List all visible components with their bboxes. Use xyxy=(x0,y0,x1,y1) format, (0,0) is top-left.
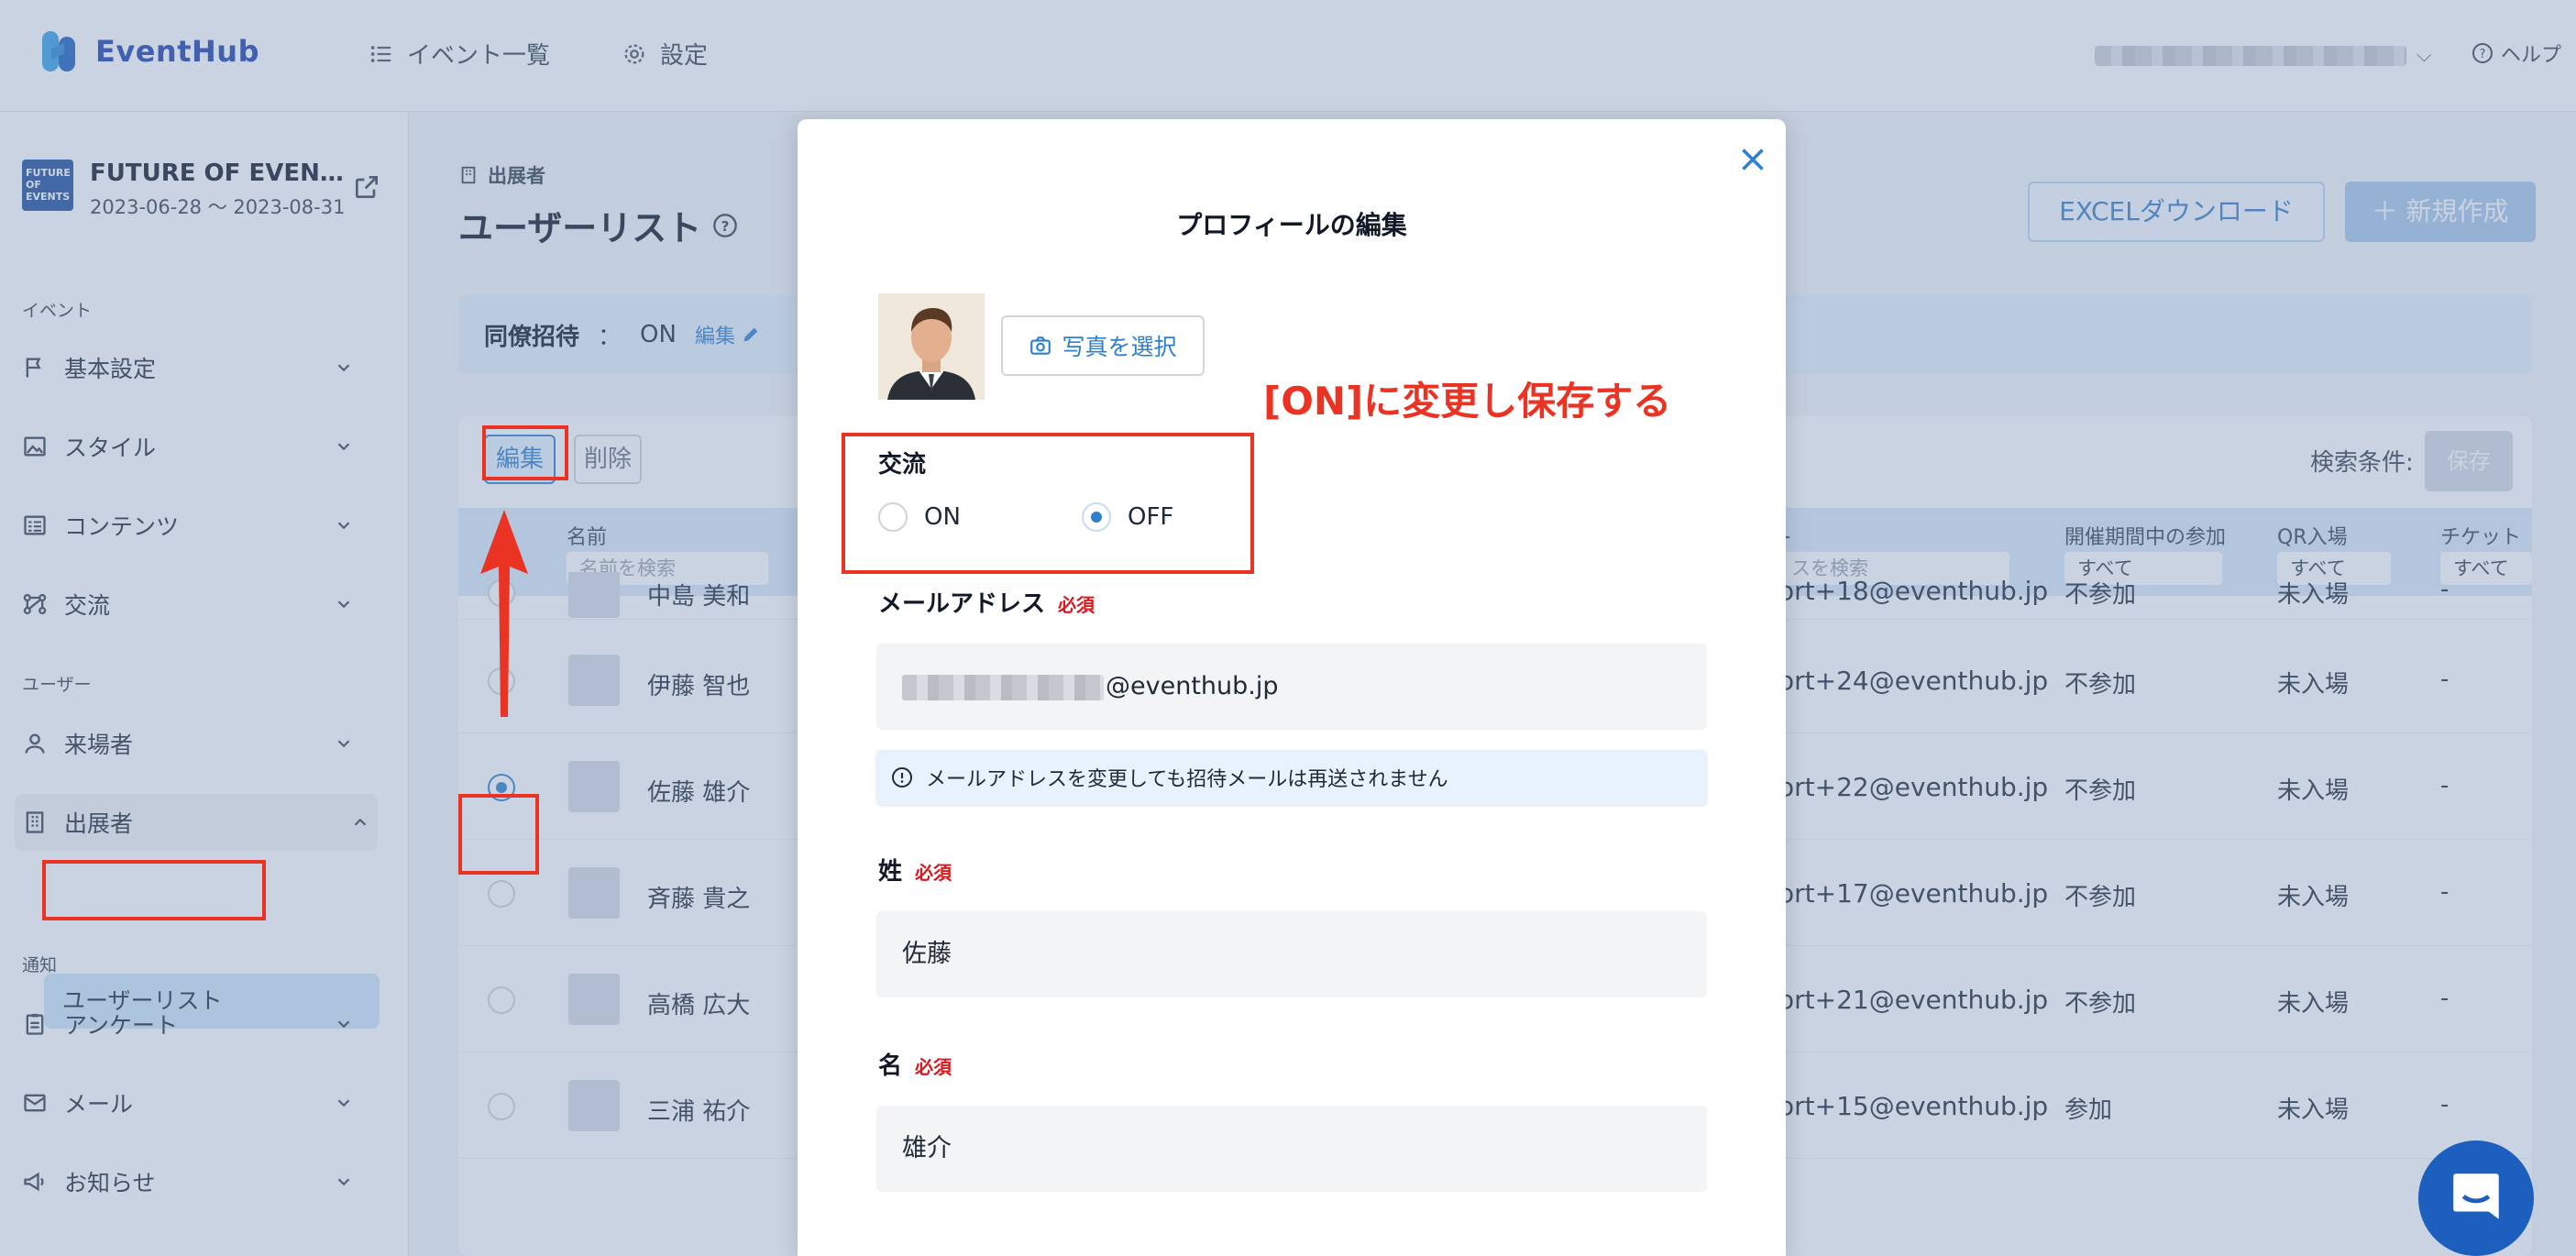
select-photo-label: 写真を選択 xyxy=(1062,334,1177,360)
last-name-label-text: 姓 xyxy=(878,858,903,886)
email-domain: @eventhub.jp xyxy=(1106,672,1279,700)
profile-photo xyxy=(878,293,985,400)
email-notice: メールアドレスを変更しても招待メールは再送されません xyxy=(876,750,1707,805)
first-name-label-text: 名 xyxy=(878,1052,903,1080)
select-photo-button[interactable]: 写真を選択 xyxy=(1001,315,1205,376)
required-badge: 必須 xyxy=(915,862,952,884)
first-name-field[interactable]: 雄介 xyxy=(876,1106,1707,1192)
profile-edit-modal: プロフィールの編集 写真を選択 交流 ON OFF メールアドレス 必須 @ev… xyxy=(798,119,1786,1256)
annotation-box-exchange xyxy=(842,433,1254,574)
annotation-arrow-icon xyxy=(480,510,528,717)
close-icon[interactable] xyxy=(1736,143,1769,176)
required-badge: 必須 xyxy=(1058,594,1095,616)
email-label: メールアドレス 必須 xyxy=(878,585,1095,619)
last-name-label: 姓 必須 xyxy=(878,853,952,887)
email-field[interactable]: @eventhub.jp xyxy=(876,644,1707,730)
modal-title: プロフィールの編集 xyxy=(1176,210,1407,240)
first-name-label: 名 必須 xyxy=(878,1047,952,1081)
chat-support-button[interactable] xyxy=(2418,1140,2534,1256)
camera-icon xyxy=(1030,336,1051,355)
last-name-field[interactable]: 佐藤 xyxy=(876,911,1707,997)
email-label-text: メールアドレス xyxy=(878,590,1046,618)
annotation-box-radio xyxy=(458,794,539,875)
alert-circle-icon xyxy=(892,767,912,788)
annotation-box-user-list xyxy=(42,860,266,920)
annotation-box-edit-button xyxy=(482,425,568,480)
chat-icon xyxy=(2453,1173,2499,1219)
email-notice-text: メールアドレスを変更しても招待メールは再送されません xyxy=(926,768,1448,791)
annotation-text: [ON]に変更し保存する xyxy=(1263,379,1672,424)
email-local-part-blurred xyxy=(902,674,1104,700)
required-badge: 必須 xyxy=(915,1056,952,1078)
